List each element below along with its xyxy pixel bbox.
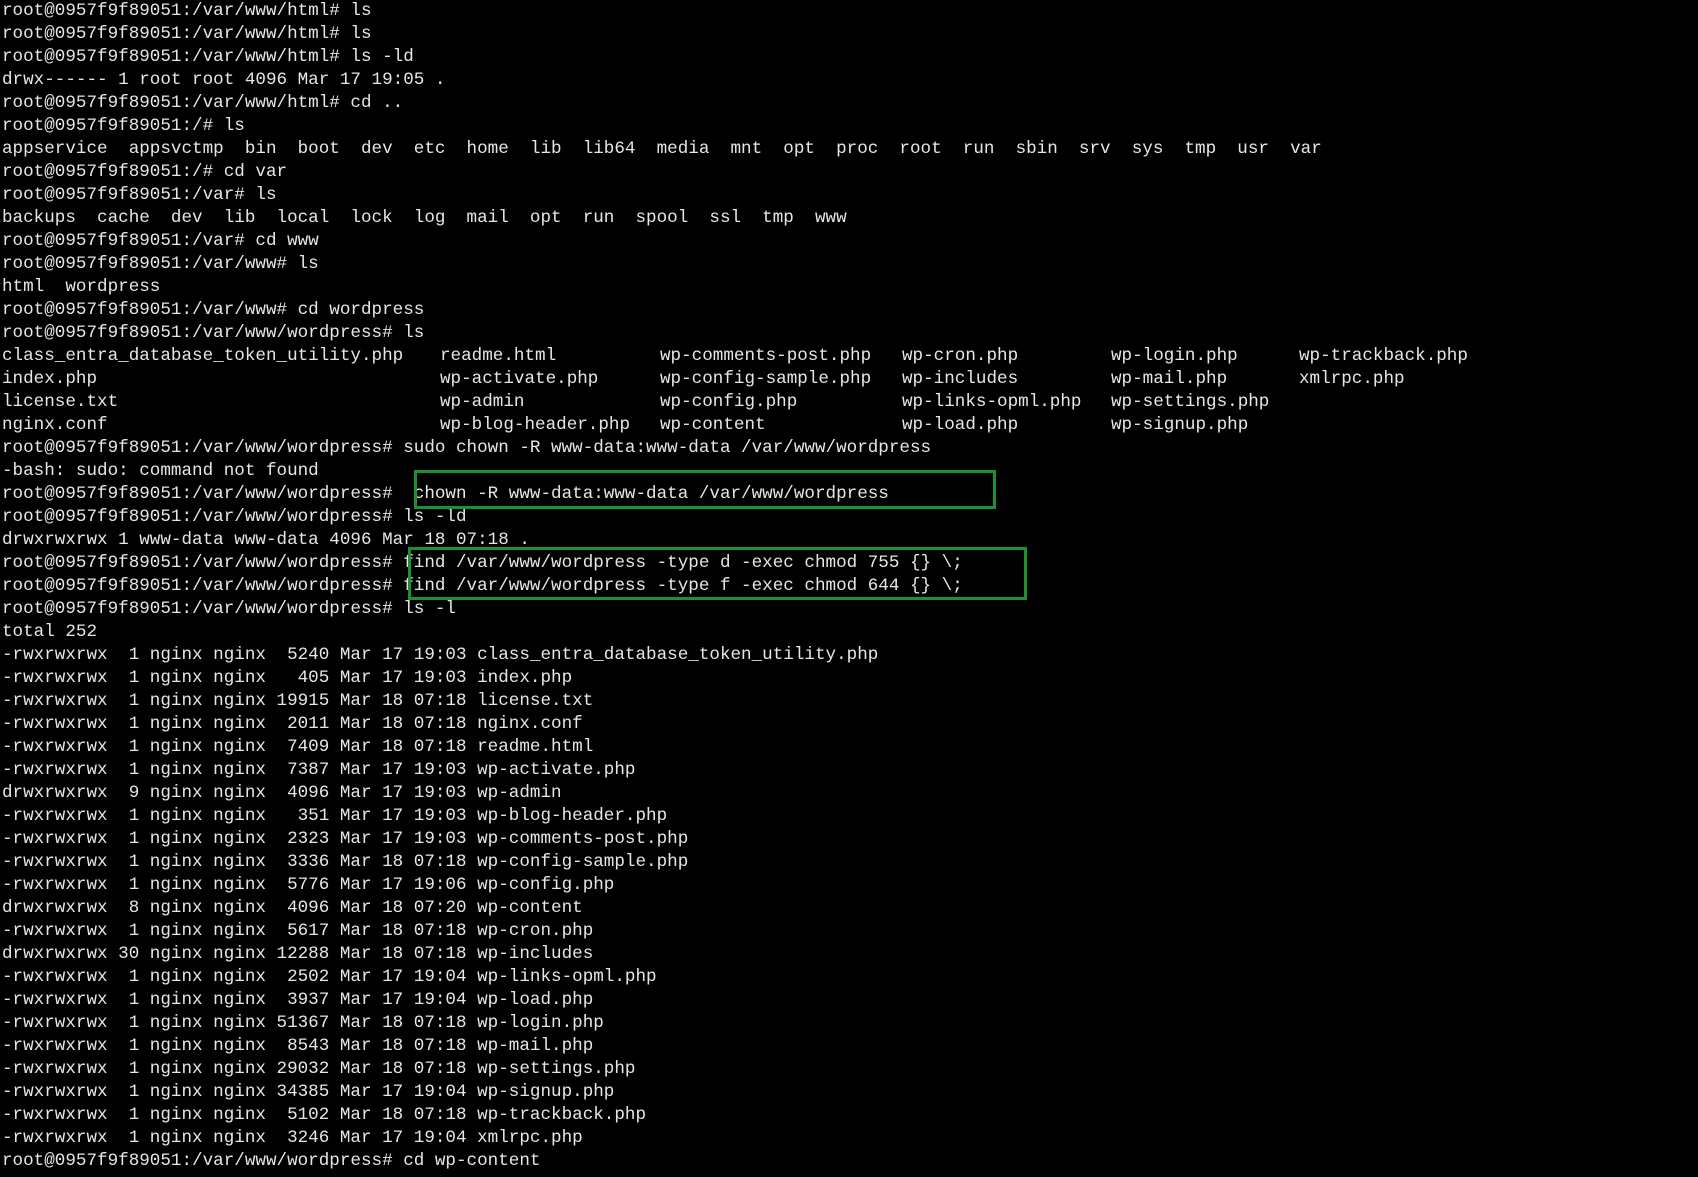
ls-long-row: -rwxrwxrwx 1 nginx nginx 29032 Mar 18 07… [2,1059,636,1079]
file-entry: wp-config.php [660,392,798,412]
terminal-line: root@0957f9f89051:/var/www/html# cd .. [2,93,404,113]
terminal-line: appservice appsvctmp bin boot dev etc ho… [2,139,1322,159]
file-entry: wp-links-opml.php [902,392,1082,412]
terminal-line: html wordpress [2,277,161,297]
ls-long-row: -rwxrwxrwx 1 nginx nginx 3336 Mar 18 07:… [2,852,689,872]
terminal-line: -bash: sudo: command not found [2,461,319,481]
ls-grid-row: class_entra_database_token_utility.php re… [0,345,1698,368]
file-entry: wp-login.php [1111,346,1238,366]
ls-long-row: -rwxrwxrwx 1 nginx nginx 2011 Mar 18 07:… [2,714,583,734]
ls-long-row: -rwxrwxrwx 1 nginx nginx 7409 Mar 18 07:… [2,737,594,757]
terminal-line: root@0957f9f89051:/var/www/wordpress# su… [2,438,932,458]
ls-long-row: -rwxrwxrwx 1 nginx nginx 3246 Mar 17 19:… [2,1128,583,1148]
terminal-line: root@0957f9f89051:/# cd var [2,162,288,182]
ls-long-row: -rwxrwxrwx 1 nginx nginx 405 Mar 17 19:0… [2,668,573,688]
file-entry: wp-config-sample.php [660,369,872,389]
file-entry: nginx.conf [2,415,108,435]
ls-long-row: -rwxrwxrwx 1 nginx nginx 3937 Mar 17 19:… [2,990,594,1010]
terminal-output-top: root@0957f9f89051:/var/www/html# ls root@… [0,0,1698,345]
ls-grid-row: index.php wp-activate.php wp-config-sample… [0,368,1698,391]
file-entry: readme.html [440,346,557,366]
terminal-line: root@0957f9f89051:/var/www# ls [2,254,319,274]
terminal-line: root@0957f9f89051:/var/www/wordpress# cd… [2,1151,541,1171]
terminal-line: root@0957f9f89051:/var/www/html# ls [2,1,372,21]
file-entry: xmlrpc.php [1299,369,1405,389]
terminal-line: root@0957f9f89051:/var# ls [2,185,277,205]
terminal-line: root@0957f9f89051:/var/www/wordpress# fi… [2,553,963,573]
ls-long-row: -rwxrwxrwx 1 nginx nginx 2323 Mar 17 19:… [2,829,689,849]
terminal-line: root@0957f9f89051:/var/www/wordpress# ch… [2,484,889,504]
ls-long-row: -rwxrwxrwx 1 nginx nginx 5617 Mar 18 07:… [2,921,594,941]
file-entry: wp-trackback.php [1299,346,1468,366]
ls-long-row: drwxrwxrwx 8 nginx nginx 4096 Mar 18 07:… [2,898,583,918]
terminal-line: drwxrwxrwx 1 www-data www-data 4096 Mar … [2,530,530,550]
file-entry: wp-admin [440,392,525,412]
ls-long-row: -rwxrwxrwx 1 nginx nginx 7387 Mar 17 19:… [2,760,636,780]
file-entry: wp-cron.php [902,346,1019,366]
terminal-line: root@0957f9f89051:/var/www/wordpress# ls… [2,599,456,619]
terminal-line: drwx------ 1 root root 4096 Mar 17 19:05… [2,70,446,90]
terminal-line: root@0957f9f89051:/var/www/wordpress# ls… [2,507,467,527]
ls-long-row: -rwxrwxrwx 1 nginx nginx 34385 Mar 17 19… [2,1082,615,1102]
ls-long-output: -rwxrwxrwx 1 nginx nginx 5240 Mar 17 19:… [0,644,1698,1150]
file-entry: wp-signup.php [1111,415,1249,435]
terminal-line: root@0957f9f89051:/var/www/wordpress# ls [2,323,425,343]
file-entry: class_entra_database_token_utility.php [2,346,404,366]
file-entry: wp-settings.php [1111,392,1270,412]
ls-grid-row: nginx.conf wp-blog-header.php wp-content wp… [0,414,1698,437]
ls-long-row: -rwxrwxrwx 1 nginx nginx 19915 Mar 18 07… [2,691,594,711]
terminal-window[interactable]: root@0957f9f89051:/var/www/html# ls root@… [0,0,1698,1177]
terminal-output-bottom: root@0957f9f89051:/var/www/wordpress# cd… [0,1150,1698,1173]
file-entry: index.php [2,369,98,389]
ls-long-row: drwxrwxrwx 9 nginx nginx 4096 Mar 17 19:… [2,783,562,803]
terminal-line: root@0957f9f89051:/var# cd www [2,231,319,251]
ls-long-row: -rwxrwxrwx 1 nginx nginx 351 Mar 17 19:0… [2,806,668,826]
terminal-line: backups cache dev lib local lock log mai… [2,208,847,228]
ls-long-row: -rwxrwxrwx 1 nginx nginx 5102 Mar 18 07:… [2,1105,647,1125]
terminal-line: root@0957f9f89051:/var/www/html# ls [2,24,372,44]
file-entry: wp-activate.php [440,369,599,389]
terminal-line: root@0957f9f89051:/var/www/wordpress# fi… [2,576,963,596]
ls-long-row: -rwxrwxrwx 1 nginx nginx 51367 Mar 18 07… [2,1013,604,1033]
ls-long-row: -rwxrwxrwx 1 nginx nginx 5240 Mar 17 19:… [2,645,879,665]
file-entry: license.txt [2,392,119,412]
ls-long-row: drwxrwxrwx 30 nginx nginx 12288 Mar 18 0… [2,944,594,964]
terminal-line: root@0957f9f89051:/var/www/html# ls -ld [2,47,414,67]
file-entry: wp-blog-header.php [440,415,631,435]
ls-long-row: -rwxrwxrwx 1 nginx nginx 5776 Mar 17 19:… [2,875,615,895]
terminal-output-mid: root@0957f9f89051:/var/www/wordpress# su… [0,437,1698,644]
ls-long-row: -rwxrwxrwx 1 nginx nginx 8543 Mar 18 07:… [2,1036,594,1056]
ls-grid-output: class_entra_database_token_utility.php re… [0,345,1698,437]
terminal-line: root@0957f9f89051:/var/www# cd wordpress [2,300,425,320]
file-entry: wp-mail.php [1111,369,1228,389]
file-entry: wp-content [660,415,766,435]
ls-grid-row: license.txt wp-admin wp-config.php wp-links… [0,391,1698,414]
file-entry: wp-comments-post.php [660,346,872,366]
file-entry: wp-includes [902,369,1019,389]
terminal-line: root@0957f9f89051:/# ls [2,116,245,136]
terminal-line: total 252 [2,622,98,642]
ls-long-row: -rwxrwxrwx 1 nginx nginx 2502 Mar 17 19:… [2,967,657,987]
file-entry: wp-load.php [902,415,1019,435]
